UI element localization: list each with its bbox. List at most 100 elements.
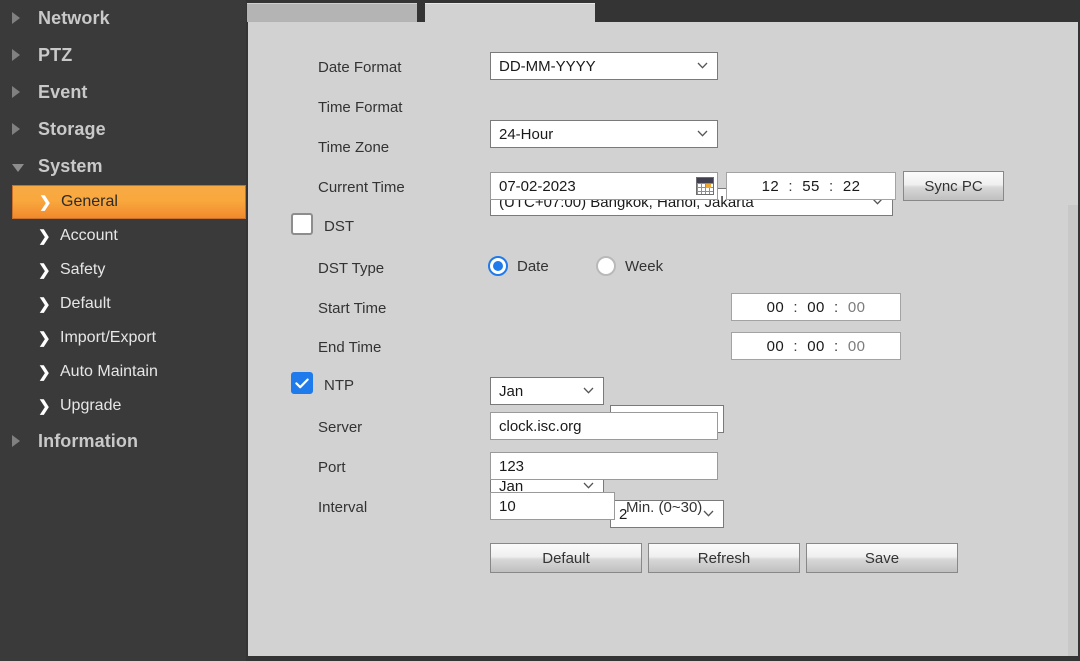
chevron-right-icon: [12, 82, 32, 103]
server-label-row: Server: [318, 412, 488, 442]
chevron-right-icon: ❯: [38, 229, 56, 244]
sidebar-item-import-export[interactable]: ❯ Import/Export: [12, 321, 246, 355]
current-second-value: 22: [841, 178, 863, 195]
default-button[interactable]: Default: [490, 543, 642, 573]
device-settings-window: Network PTZ Event Storage System ❯ Gener…: [0, 0, 1080, 661]
save-button-label: Save: [865, 550, 899, 567]
refresh-button[interactable]: Refresh: [648, 543, 800, 573]
time-separator: :: [822, 178, 841, 195]
default-button-label: Default: [542, 550, 590, 567]
sidebar-item-label: Auto Maintain: [56, 363, 158, 381]
sync-pc-button[interactable]: Sync PC: [903, 171, 1004, 201]
chevron-down-icon: [583, 387, 594, 394]
chevron-right-icon: ❯: [38, 263, 56, 278]
dst-checkbox[interactable]: [291, 213, 313, 235]
sidebar-item-auto-maintain[interactable]: ❯ Auto Maintain: [12, 355, 246, 389]
sidebar-item-network[interactable]: Network: [0, 0, 246, 37]
chevron-right-icon: ❯: [38, 365, 56, 380]
chevron-right-icon: ❯: [38, 297, 56, 312]
ntp-checkbox-label-row: NTP: [324, 370, 354, 400]
end-time-label-row: End Time: [318, 332, 488, 362]
chevron-right-icon: [12, 431, 32, 452]
time-separator: :: [786, 338, 805, 355]
current-time-label-row: Current Time: [318, 172, 488, 202]
chevron-right-icon: ❯: [38, 331, 56, 346]
sidebar-item-system[interactable]: System: [0, 148, 246, 185]
tab-partial-active[interactable]: [425, 3, 595, 23]
sidebar-item-safety[interactable]: ❯ Safety: [12, 253, 246, 287]
dst-type-radio-date[interactable]: Date: [488, 256, 596, 276]
sidebar-item-account[interactable]: ❯ Account: [12, 219, 246, 253]
interval-value: 10: [499, 498, 516, 515]
tab-partial-inactive[interactable]: [247, 3, 417, 23]
radio-selected-icon: [488, 256, 508, 276]
current-date-input[interactable]: 07-02-2023: [490, 172, 718, 200]
dst-type-radio-group: Date Week: [488, 254, 663, 278]
interval-label-row: Interval: [318, 492, 488, 522]
sidebar-item-default[interactable]: ❯ Default: [12, 287, 246, 321]
current-hour-value: 12: [759, 178, 781, 195]
calendar-icon[interactable]: [696, 177, 714, 195]
start-month-select[interactable]: Jan: [490, 377, 604, 405]
port-label: Port: [318, 459, 346, 476]
chevron-down-icon: [703, 510, 714, 517]
sidebar-item-general[interactable]: ❯ General: [12, 185, 246, 219]
end-minute-value: 00: [805, 338, 827, 355]
time-zone-label: Time Zone: [318, 139, 389, 156]
settings-panel: Date Format DD-MM-YYYY Time Format 24-Ho…: [246, 22, 1080, 661]
current-time-input[interactable]: 12 : 55 : 22: [726, 172, 896, 200]
ntp-checkbox[interactable]: [291, 372, 313, 394]
time-format-label-row: Time Format: [318, 92, 488, 122]
dst-checkbox-label-row: DST: [324, 211, 354, 241]
start-hour-value: 00: [764, 299, 786, 316]
chevron-right-icon: ❯: [38, 399, 56, 414]
start-month-value: Jan: [499, 383, 523, 400]
sidebar-item-label: Event: [32, 82, 88, 103]
chevron-right-icon: ❯: [39, 195, 57, 210]
sidebar-item-label: System: [32, 156, 103, 177]
sidebar-item-label: Import/Export: [56, 329, 156, 347]
sidebar-item-upgrade[interactable]: ❯ Upgrade: [12, 389, 246, 423]
server-value: clock.isc.org: [499, 418, 582, 435]
time-separator: :: [827, 338, 846, 355]
start-second-value: 00: [846, 299, 868, 316]
current-date-value: 07-02-2023: [499, 178, 576, 195]
sidebar-item-label: Upgrade: [56, 397, 121, 415]
chevron-right-icon: [12, 119, 32, 140]
time-format-label: Time Format: [318, 99, 402, 116]
sidebar-item-event[interactable]: Event: [0, 74, 246, 111]
radio-unselected-icon: [596, 256, 616, 276]
sidebar-item-storage[interactable]: Storage: [0, 111, 246, 148]
sidebar-item-information[interactable]: Information: [0, 423, 246, 460]
sidebar: Network PTZ Event Storage System ❯ Gener…: [0, 0, 246, 661]
save-button[interactable]: Save: [806, 543, 958, 573]
sidebar-item-label: Account: [56, 227, 118, 245]
dst-checkbox-label: DST: [324, 218, 354, 235]
server-label: Server: [318, 419, 362, 436]
interval-unit-text: Min. (0~30): [626, 499, 702, 516]
sidebar-item-label: PTZ: [32, 45, 72, 66]
interval-input[interactable]: 10: [490, 492, 615, 520]
end-time-input[interactable]: 00 : 00 : 00: [731, 332, 901, 360]
refresh-button-label: Refresh: [698, 550, 751, 567]
port-input[interactable]: 123: [490, 452, 718, 480]
dst-type-label-row: DST Type: [318, 253, 488, 283]
time-format-value: 24-Hour: [499, 126, 553, 143]
time-separator: :: [781, 178, 800, 195]
interval-unit-hint: Min. (0~30): [626, 499, 702, 516]
interval-label: Interval: [318, 499, 367, 516]
date-format-label: Date Format: [318, 59, 401, 76]
ntp-checkbox-label: NTP: [324, 377, 354, 394]
dst-type-radio-week[interactable]: Week: [596, 256, 663, 276]
start-time-input[interactable]: 00 : 00 : 00: [731, 293, 901, 321]
sidebar-item-ptz[interactable]: PTZ: [0, 37, 246, 74]
time-format-select[interactable]: 24-Hour: [490, 120, 718, 148]
dst-type-option-label: Date: [508, 258, 549, 275]
date-format-select[interactable]: DD-MM-YYYY: [490, 52, 718, 80]
check-icon: [295, 378, 309, 389]
server-input[interactable]: clock.isc.org: [490, 412, 718, 440]
sidebar-item-label: General: [57, 193, 118, 211]
port-value: 123: [499, 458, 524, 475]
sidebar-item-label: Default: [56, 295, 111, 313]
date-format-label-row: Date Format: [318, 52, 488, 82]
